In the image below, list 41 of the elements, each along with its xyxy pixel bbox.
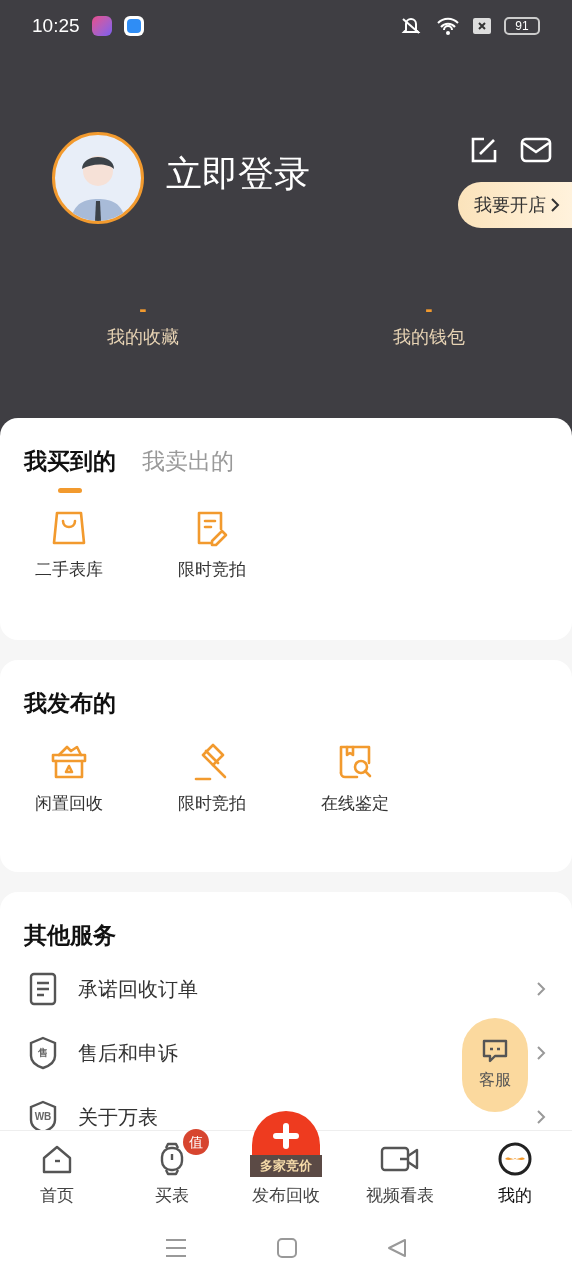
stat-value: - (139, 298, 147, 320)
sim-icon (472, 17, 492, 35)
shield-icon: WB (28, 1099, 58, 1130)
service-row[interactable]: 售 售后和申诉 (28, 1035, 178, 1070)
shortcut-item[interactable]: 闲置回收 (23, 738, 115, 816)
menu-icon[interactable] (165, 1238, 187, 1258)
app-icon (91, 16, 112, 36)
chevron-icon (550, 197, 560, 213)
badge: 值 (182, 1128, 209, 1155)
section-title: 我发布的 (24, 689, 117, 718)
chevron-icon (536, 980, 546, 997)
stat-value: - (425, 298, 433, 320)
app-icon (123, 16, 144, 36)
service-row[interactable]: 承诺回收订单 (28, 971, 198, 1006)
nav-tab[interactable]: 我的 (457, 1126, 572, 1208)
chevron-icon (536, 1044, 546, 1061)
section-title: 其他服务 (24, 921, 117, 950)
ribbon-label: 多家竞价 (250, 1154, 322, 1177)
back-icon[interactable] (387, 1238, 407, 1258)
open-shop-button[interactable]: 我要开店 (458, 182, 572, 228)
login-link[interactable]: 立即登录 (166, 156, 310, 192)
shortcut-item[interactable]: 二手表库 (23, 504, 115, 582)
home-button-icon[interactable] (277, 1238, 297, 1258)
plus-icon (273, 1122, 299, 1149)
order-tab[interactable]: 我买到的 (24, 444, 116, 493)
stat-label[interactable]: 我的钱包 (393, 324, 465, 351)
shortcut-item[interactable]: 在线鉴定 (309, 738, 401, 816)
document-icon (28, 971, 58, 1006)
edit-icon[interactable] (470, 136, 498, 164)
shortcut-item[interactable]: 限时竞拍 (166, 504, 258, 582)
shortcut-item[interactable]: 限时竞拍 (166, 738, 258, 816)
battery-indicator: 91 (504, 17, 540, 35)
status-time: 10:25 (32, 13, 80, 38)
stat-label[interactable]: 我的收藏 (107, 324, 179, 351)
shield-icon: 售 (28, 1035, 58, 1070)
nav-tab[interactable]: 视频看表 (343, 1126, 458, 1208)
chevron-icon (536, 1108, 546, 1125)
wifi-icon (436, 16, 460, 36)
chat-icon (481, 1038, 509, 1064)
nav-tab[interactable]: 多家竞价 发布回收 (228, 1110, 344, 1208)
mail-icon[interactable] (520, 136, 552, 164)
